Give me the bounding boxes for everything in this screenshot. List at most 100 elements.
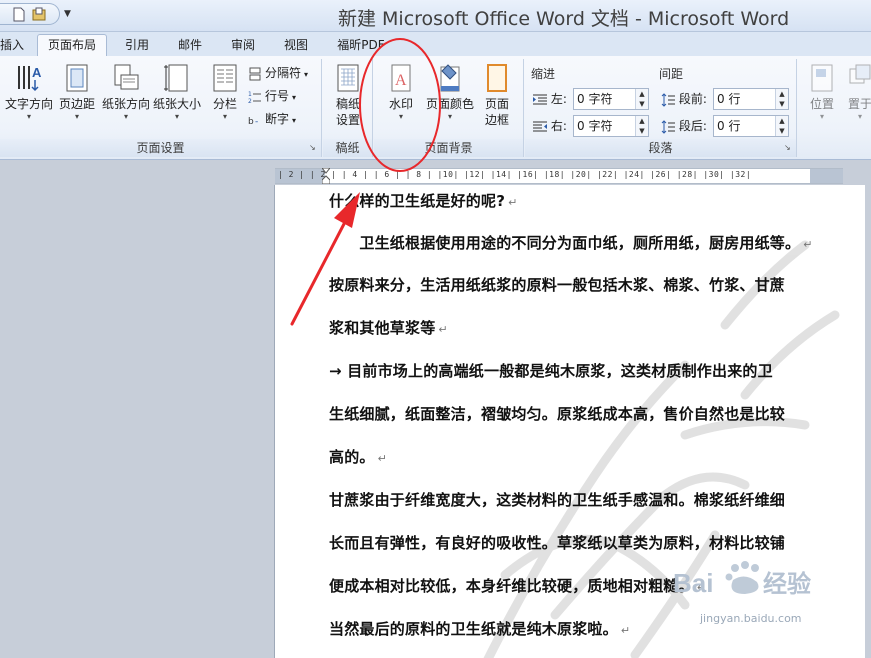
dialog-launcher-icon[interactable]: ↘: [784, 144, 793, 153]
tab-view[interactable]: 视图: [277, 36, 315, 56]
horizontal-ruler[interactable]: | 2 | | 2 | | 4 | | 6 | | 8 | |10| |12| …: [0, 168, 871, 184]
line-numbers-button[interactable]: 12 行号 ▾: [248, 86, 296, 106]
title-bar: ▼ 新建 Microsoft Office Word 文档 - Microsof…: [0, 0, 871, 32]
position-label: 位置: [809, 97, 834, 111]
ribbon: A 文字方向 ▾ 页边距 ▾ 纸张方向 ▾ 纸张大小 ▾ 分栏 ▾ 分隔符 ▾ …: [0, 56, 871, 160]
space-before-text: 段前:: [678, 92, 707, 106]
space-before-value: 0 行: [717, 92, 741, 106]
watermark-url: jingyan.baidu.com: [700, 612, 802, 625]
line-numbers-icon: 12: [248, 91, 261, 104]
paper-settings-label-2: 设置: [335, 113, 360, 127]
document-page[interactable]: 什么样的卫生纸是好的呢? ↵ 卫生纸根据使用用途的不同分为面巾纸，厕所用纸，厨房用…: [274, 185, 865, 658]
dialog-launcher-icon[interactable]: ↘: [309, 144, 318, 153]
svg-text:-: -: [255, 117, 258, 127]
page-color-button[interactable]: 页面颜色 ▾: [424, 63, 476, 122]
doc-line-7: 高的。 ↵: [329, 446, 387, 467]
indent-left-icon: [533, 94, 547, 104]
doc-line-text: → 目前市场上的高端纸一般都是纯木原浆，这类材质制作出来的卫: [329, 362, 773, 380]
hyphenation-icon: b-: [248, 117, 258, 127]
doc-line-2: 卫生纸根据使用用途的不同分为面巾纸，厕所用纸，厨房用纸等。 ↵: [329, 232, 813, 253]
position-button[interactable]: 位置 ▾: [804, 63, 840, 122]
space-before-label: 段前:: [661, 88, 707, 110]
dropdown-caret-icon: ▾: [74, 112, 79, 121]
watermark-icon: A: [391, 64, 411, 92]
customize-qat-icon[interactable]: ▼: [64, 9, 71, 19]
page-borders-label-1: 页面: [484, 97, 509, 111]
document-area: | 2 | | 2 | | 4 | | 6 | | 8 | |10| |12| …: [0, 160, 871, 658]
tab-references[interactable]: 引用: [118, 36, 156, 56]
bring-forward-icon: [849, 64, 871, 84]
spinner-icon[interactable]: ▲ ▼: [775, 89, 788, 109]
indent-left-field[interactable]: 0 字符 ▲ ▼: [573, 88, 649, 110]
breaks-button[interactable]: 分隔符 ▾: [248, 63, 308, 83]
indent-right-text: 右:: [550, 119, 567, 133]
dropdown-caret-icon: ▾: [174, 112, 179, 121]
spinner-icon[interactable]: ▲ ▼: [635, 116, 648, 136]
group-paragraph: 缩进 间距 左: 0 字符 ▲ ▼ 右: 0 字符 ▲ ▼ 段前: 0 行 ▲ ▼: [525, 59, 797, 157]
space-after-field[interactable]: 0 行 ▲ ▼: [713, 115, 789, 137]
group-arrange: 位置 ▾ 置于 ▾: [798, 59, 871, 157]
wrap-button[interactable]: 置于 ▾: [842, 63, 871, 122]
dropdown-caret-icon: ▾: [222, 112, 227, 121]
doc-line-5: → 目前市场上的高端纸一般都是纯木原浆，这类材质制作出来的卫: [329, 360, 773, 381]
space-after-text: 段后:: [678, 119, 707, 133]
doc-line-text: 甘蔗浆由于纤维宽度大，这类材料的卫生纸手感温和。棉浆纸纤维细: [329, 491, 786, 509]
tab-insert[interactable]: 插入: [0, 36, 24, 56]
text-direction-label: 文字方向: [4, 97, 53, 111]
columns-button[interactable]: 分栏 ▾: [206, 63, 244, 122]
tab-mailings[interactable]: 邮件: [171, 36, 209, 56]
paragraph-mark: ↵: [438, 323, 448, 336]
new-document-icon[interactable]: [12, 7, 26, 22]
paragraph-mark: ↵: [620, 624, 631, 637]
space-after-value: 0 行: [717, 119, 741, 133]
ruler-right-margin: [810, 169, 843, 183]
space-before-field[interactable]: 0 行 ▲ ▼: [713, 88, 789, 110]
tab-foxit-pdf[interactable]: 福昕PDF: [330, 36, 392, 56]
watermark-label: 水印: [388, 97, 413, 111]
doc-line-text: 什么样的卫生纸是好的呢?: [329, 192, 506, 210]
indent-right-value: 0 字符: [577, 119, 613, 133]
group-page-setup: A 文字方向 ▾ 页边距 ▾ 纸张方向 ▾ 纸张大小 ▾ 分栏 ▾ 分隔符 ▾ …: [0, 59, 322, 157]
indent-right-icon: [533, 121, 547, 131]
space-after-label: 段后:: [661, 115, 707, 137]
indent-left-label: 左:: [533, 88, 567, 110]
columns-icon: [213, 64, 237, 92]
paper-settings-button[interactable]: 稿纸 设置: [329, 63, 367, 128]
window-title: 新建 Microsoft Office Word 文档 - Microsoft …: [338, 8, 790, 30]
indent-marker-icon[interactable]: [322, 168, 330, 184]
doc-line-6: 生纸细腻，纸面整洁，褶皱均匀。原浆纸成本高，售价自然也是比较: [329, 403, 785, 424]
columns-label: 分栏: [212, 97, 237, 111]
text-direction-button[interactable]: A 文字方向 ▾: [4, 63, 54, 122]
spinner-icon[interactable]: ▲ ▼: [775, 116, 788, 136]
orientation-label: 纸张方向: [101, 97, 150, 111]
group-label-page-background: 页面背景: [374, 139, 523, 157]
breaks-label: 分隔符: [265, 66, 302, 80]
line-numbers-label: 行号: [265, 89, 290, 103]
paragraph-mark: ↵: [508, 196, 518, 209]
margins-button[interactable]: 页边距 ▾: [55, 63, 99, 122]
svg-text:2: 2: [248, 98, 252, 104]
orientation-button[interactable]: 纸张方向 ▾: [99, 63, 153, 122]
dropdown-caret-icon: ▾: [304, 70, 309, 79]
tab-page-layout[interactable]: 页面布局: [37, 34, 107, 56]
doc-line-text: 生纸细腻，纸面整洁，褶皱均匀。原浆纸成本高，售价自然也是比较: [329, 405, 786, 423]
doc-line-text: 长而且有弹性，有良好的吸收性。草浆纸以草类为原料，材料比较铺: [329, 534, 786, 552]
draft-paper-icon: [337, 64, 359, 92]
watermark-button[interactable]: A 水印 ▾: [380, 63, 422, 122]
quick-access-toolbar: [0, 3, 60, 25]
doc-line-text: 浆和其他草浆等: [329, 319, 436, 337]
doc-line-8: 甘蔗浆由于纤维宽度大，这类材料的卫生纸手感温和。棉浆纸纤维细: [329, 489, 785, 510]
svg-text:A: A: [395, 72, 407, 89]
hyphenation-button[interactable]: b- 断字 ▾: [248, 109, 296, 129]
size-button[interactable]: 纸张大小 ▾: [152, 63, 202, 122]
breaks-icon: [249, 67, 261, 80]
group-page-background: A 水印 ▾ 页面颜色 ▾ 页面 边框 页面背景: [374, 59, 524, 157]
tab-review[interactable]: 审阅: [224, 36, 262, 56]
group-label-page-setup: 页面设置: [0, 139, 321, 157]
indent-right-field[interactable]: 0 字符 ▲ ▼: [573, 115, 649, 137]
open-folder-icon[interactable]: [32, 7, 46, 22]
dropdown-caret-icon: ▾: [292, 116, 297, 125]
dropdown-caret-icon: ▾: [398, 112, 403, 121]
spinner-icon[interactable]: ▲ ▼: [635, 89, 648, 109]
page-borders-button[interactable]: 页面 边框: [478, 63, 516, 128]
